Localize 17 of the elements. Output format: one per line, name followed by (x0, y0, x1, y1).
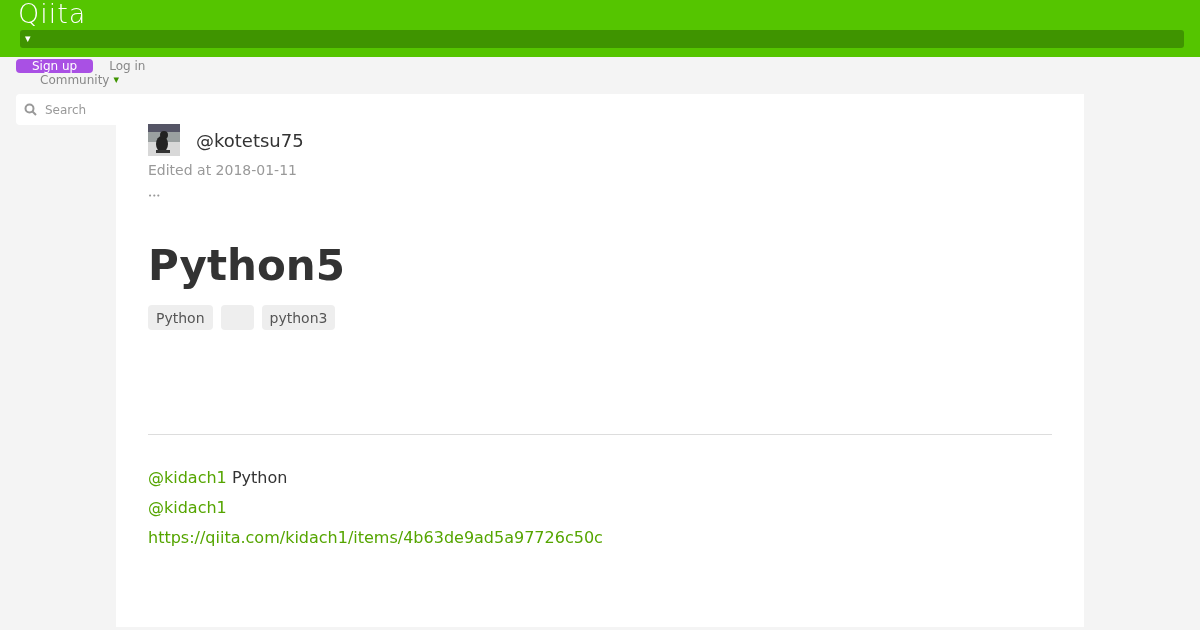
search-field[interactable]: Search (16, 94, 116, 125)
author-name[interactable]: @kotetsu75 (196, 126, 304, 154)
navigation-bar[interactable]: ▾ (20, 30, 1184, 48)
link[interactable]: @kidach1 (148, 468, 227, 488)
caret-icon: ▾ (113, 74, 119, 86)
logo[interactable]: Qiita (18, 0, 87, 27)
search-icon (24, 103, 37, 116)
edited-date: Edited at 2018-01-11 (148, 161, 298, 180)
link[interactable]: https://qiita.com/kidach1/items/4b63de9ad5a97726c50c (148, 528, 603, 548)
body-text: Python (230, 468, 288, 488)
log-in-link[interactable]: Log in (109, 59, 146, 73)
article-title: Python5 (148, 241, 346, 292)
sign-up-button[interactable]: Sign up (16, 59, 94, 73)
tag[interactable]: python3 (261, 305, 336, 331)
community-menu[interactable]: Community (40, 74, 110, 86)
tag[interactable]: Python (148, 305, 213, 331)
link[interactable]: @kidach1 (148, 498, 227, 518)
